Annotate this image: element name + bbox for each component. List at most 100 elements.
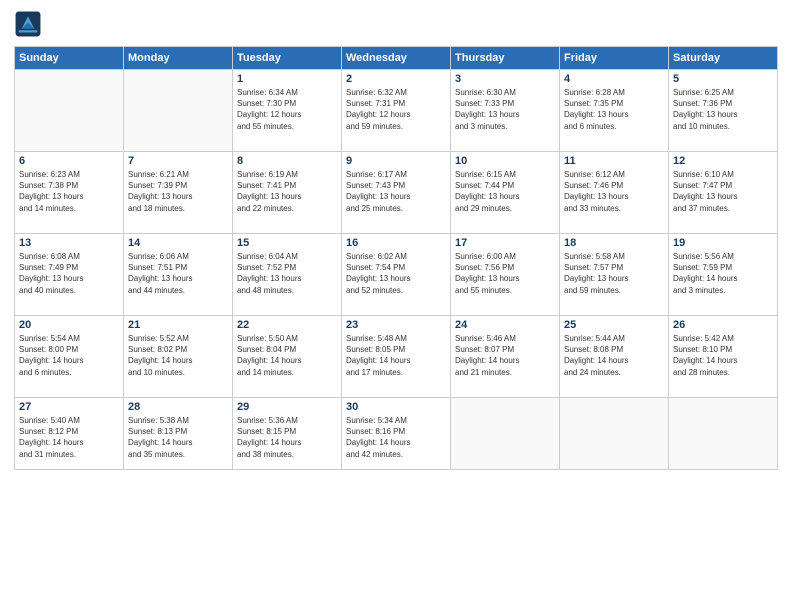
calendar-cell bbox=[124, 70, 233, 152]
day-info: Sunrise: 6:28 AM Sunset: 7:35 PM Dayligh… bbox=[564, 87, 664, 132]
calendar-cell: 12Sunrise: 6:10 AM Sunset: 7:47 PM Dayli… bbox=[669, 152, 778, 234]
day-number: 3 bbox=[455, 73, 555, 85]
calendar-cell: 27 Sunrise: 5:40 AM Sunset: 8:12 PM Dayli… bbox=[15, 398, 124, 470]
calendar-cell: 23 Sunrise: 5:48 AM Sunset: 8:05 PM Dayli… bbox=[342, 316, 451, 398]
day-number: 24 bbox=[455, 319, 555, 331]
day-number: 23 bbox=[346, 319, 446, 331]
day-info: Sunrise: 6:23 AM Sunset: 7:38 PM Dayligh… bbox=[19, 169, 119, 214]
weekday-header-sunday: Sunday bbox=[15, 47, 124, 70]
calendar-cell: 13 Sunrise: 6:08 AM Sunset: 7:49 PM Dayli… bbox=[15, 234, 124, 316]
day-number: 25 bbox=[564, 319, 664, 331]
day-number: 6 bbox=[19, 155, 119, 167]
calendar-cell: 24 Sunrise: 5:46 AM Sunset: 8:07 PM Dayli… bbox=[451, 316, 560, 398]
week-row-2: 6 Sunrise: 6:23 AM Sunset: 7:38 PM Daylig… bbox=[15, 152, 778, 234]
calendar-cell bbox=[15, 70, 124, 152]
calendar-cell: 25 Sunrise: 5:44 AM Sunset: 8:08 PM Dayli… bbox=[560, 316, 669, 398]
logo bbox=[14, 10, 46, 38]
calendar-cell: 9 Sunrise: 6:17 AM Sunset: 7:43 PM Daylig… bbox=[342, 152, 451, 234]
day-info: Sunrise: 6:19 AM Sunset: 7:41 PM Dayligh… bbox=[237, 169, 337, 214]
calendar-cell: 26 Sunrise: 5:42 AM Sunset: 8:10 PM Dayli… bbox=[669, 316, 778, 398]
day-number: 5 bbox=[673, 73, 773, 85]
day-info: Sunrise: 5:46 AM Sunset: 8:07 PM Dayligh… bbox=[455, 333, 555, 378]
weekday-header-friday: Friday bbox=[560, 47, 669, 70]
calendar-cell: 14 Sunrise: 6:06 AM Sunset: 7:51 PM Dayli… bbox=[124, 234, 233, 316]
calendar-cell: 17 Sunrise: 6:00 AM Sunset: 7:56 PM Dayli… bbox=[451, 234, 560, 316]
day-number: 8 bbox=[237, 155, 337, 167]
calendar-cell: 11 Sunrise: 6:12 AM Sunset: 7:46 PM Dayli… bbox=[560, 152, 669, 234]
day-number: 7 bbox=[128, 155, 228, 167]
calendar-cell: 3 Sunrise: 6:30 AM Sunset: 7:33 PM Daylig… bbox=[451, 70, 560, 152]
calendar-cell: 2 Sunrise: 6:32 AM Sunset: 7:31 PM Daylig… bbox=[342, 70, 451, 152]
logo-icon bbox=[14, 10, 42, 38]
weekday-header-row: SundayMondayTuesdayWednesdayThursdayFrid… bbox=[15, 47, 778, 70]
day-number: 22 bbox=[237, 319, 337, 331]
calendar: SundayMondayTuesdayWednesdayThursdayFrid… bbox=[14, 46, 778, 470]
calendar-cell: 10 Sunrise: 6:15 AM Sunset: 7:44 PM Dayli… bbox=[451, 152, 560, 234]
week-row-1: 1 Sunrise: 6:34 AM Sunset: 7:30 PM Daylig… bbox=[15, 70, 778, 152]
day-info: Sunrise: 6:08 AM Sunset: 7:49 PM Dayligh… bbox=[19, 251, 119, 296]
calendar-cell: 18 Sunrise: 5:58 AM Sunset: 7:57 PM Dayli… bbox=[560, 234, 669, 316]
calendar-cell: 28Sunrise: 5:38 AM Sunset: 8:13 PM Dayli… bbox=[124, 398, 233, 470]
day-info: Sunrise: 5:34 AM Sunset: 8:16 PM Dayligh… bbox=[346, 415, 446, 460]
day-number: 10 bbox=[455, 155, 555, 167]
day-info: Sunrise: 6:21 AM Sunset: 7:39 PM Dayligh… bbox=[128, 169, 228, 214]
day-number: 18 bbox=[564, 237, 664, 249]
day-info: Sunrise: 6:25 AM Sunset: 7:36 PM Dayligh… bbox=[673, 87, 773, 132]
day-info: Sunrise: 6:30 AM Sunset: 7:33 PM Dayligh… bbox=[455, 87, 555, 132]
calendar-cell: 19Sunrise: 5:56 AM Sunset: 7:59 PM Dayli… bbox=[669, 234, 778, 316]
day-info: Sunrise: 6:00 AM Sunset: 7:56 PM Dayligh… bbox=[455, 251, 555, 296]
weekday-header-thursday: Thursday bbox=[451, 47, 560, 70]
day-info: Sunrise: 5:50 AM Sunset: 8:04 PM Dayligh… bbox=[237, 333, 337, 378]
day-number: 16 bbox=[346, 237, 446, 249]
day-number: 1 bbox=[237, 73, 337, 85]
day-number: 4 bbox=[564, 73, 664, 85]
calendar-cell: 8 Sunrise: 6:19 AM Sunset: 7:41 PM Daylig… bbox=[233, 152, 342, 234]
calendar-cell: 5 Sunrise: 6:25 AM Sunset: 7:36 PM Daylig… bbox=[669, 70, 778, 152]
weekday-header-tuesday: Tuesday bbox=[233, 47, 342, 70]
day-number: 26 bbox=[673, 319, 773, 331]
day-info: Sunrise: 6:17 AM Sunset: 7:43 PM Dayligh… bbox=[346, 169, 446, 214]
day-number: 11 bbox=[564, 155, 664, 167]
day-info: Sunrise: 6:34 AM Sunset: 7:30 PM Dayligh… bbox=[237, 87, 337, 132]
day-number: 17 bbox=[455, 237, 555, 249]
day-number: 27 bbox=[19, 401, 119, 413]
day-info: Sunrise: 5:54 AM Sunset: 8:00 PM Dayligh… bbox=[19, 333, 119, 378]
calendar-cell: 15 Sunrise: 6:04 AM Sunset: 7:52 PM Dayli… bbox=[233, 234, 342, 316]
calendar-cell: 29Sunrise: 5:36 AM Sunset: 8:15 PM Dayli… bbox=[233, 398, 342, 470]
day-info: Sunrise: 5:42 AM Sunset: 8:10 PM Dayligh… bbox=[673, 333, 773, 378]
day-info: Sunrise: 6:12 AM Sunset: 7:46 PM Dayligh… bbox=[564, 169, 664, 214]
calendar-cell: 16 Sunrise: 6:02 AM Sunset: 7:54 PM Dayli… bbox=[342, 234, 451, 316]
day-number: 21 bbox=[128, 319, 228, 331]
weekday-header-monday: Monday bbox=[124, 47, 233, 70]
day-info: Sunrise: 6:06 AM Sunset: 7:51 PM Dayligh… bbox=[128, 251, 228, 296]
calendar-cell: 30Sunrise: 5:34 AM Sunset: 8:16 PM Dayli… bbox=[342, 398, 451, 470]
calendar-cell: 21Sunrise: 5:52 AM Sunset: 8:02 PM Dayli… bbox=[124, 316, 233, 398]
week-row-4: 20Sunrise: 5:54 AM Sunset: 8:00 PM Dayli… bbox=[15, 316, 778, 398]
day-number: 12 bbox=[673, 155, 773, 167]
calendar-cell: 4 Sunrise: 6:28 AM Sunset: 7:35 PM Daylig… bbox=[560, 70, 669, 152]
calendar-cell: 7 Sunrise: 6:21 AM Sunset: 7:39 PM Daylig… bbox=[124, 152, 233, 234]
week-row-3: 13 Sunrise: 6:08 AM Sunset: 7:49 PM Dayli… bbox=[15, 234, 778, 316]
day-info: Sunrise: 5:40 AM Sunset: 8:12 PM Dayligh… bbox=[19, 415, 119, 460]
day-number: 15 bbox=[237, 237, 337, 249]
weekday-header-wednesday: Wednesday bbox=[342, 47, 451, 70]
day-info: Sunrise: 6:04 AM Sunset: 7:52 PM Dayligh… bbox=[237, 251, 337, 296]
day-info: Sunrise: 5:56 AM Sunset: 7:59 PM Dayligh… bbox=[673, 251, 773, 296]
day-number: 14 bbox=[128, 237, 228, 249]
day-info: Sunrise: 6:32 AM Sunset: 7:31 PM Dayligh… bbox=[346, 87, 446, 132]
day-info: Sunrise: 5:58 AM Sunset: 7:57 PM Dayligh… bbox=[564, 251, 664, 296]
day-number: 13 bbox=[19, 237, 119, 249]
day-info: Sunrise: 5:44 AM Sunset: 8:08 PM Dayligh… bbox=[564, 333, 664, 378]
day-info: Sunrise: 6:02 AM Sunset: 7:54 PM Dayligh… bbox=[346, 251, 446, 296]
day-info: Sunrise: 5:36 AM Sunset: 8:15 PM Dayligh… bbox=[237, 415, 337, 460]
weekday-header-saturday: Saturday bbox=[669, 47, 778, 70]
day-number: 2 bbox=[346, 73, 446, 85]
day-info: Sunrise: 5:38 AM Sunset: 8:13 PM Dayligh… bbox=[128, 415, 228, 460]
calendar-cell: 20Sunrise: 5:54 AM Sunset: 8:00 PM Dayli… bbox=[15, 316, 124, 398]
day-number: 9 bbox=[346, 155, 446, 167]
calendar-cell bbox=[560, 398, 669, 470]
day-info: Sunrise: 6:15 AM Sunset: 7:44 PM Dayligh… bbox=[455, 169, 555, 214]
calendar-cell: 6 Sunrise: 6:23 AM Sunset: 7:38 PM Daylig… bbox=[15, 152, 124, 234]
day-info: Sunrise: 5:48 AM Sunset: 8:05 PM Dayligh… bbox=[346, 333, 446, 378]
page: SundayMondayTuesdayWednesdayThursdayFrid… bbox=[0, 0, 792, 612]
